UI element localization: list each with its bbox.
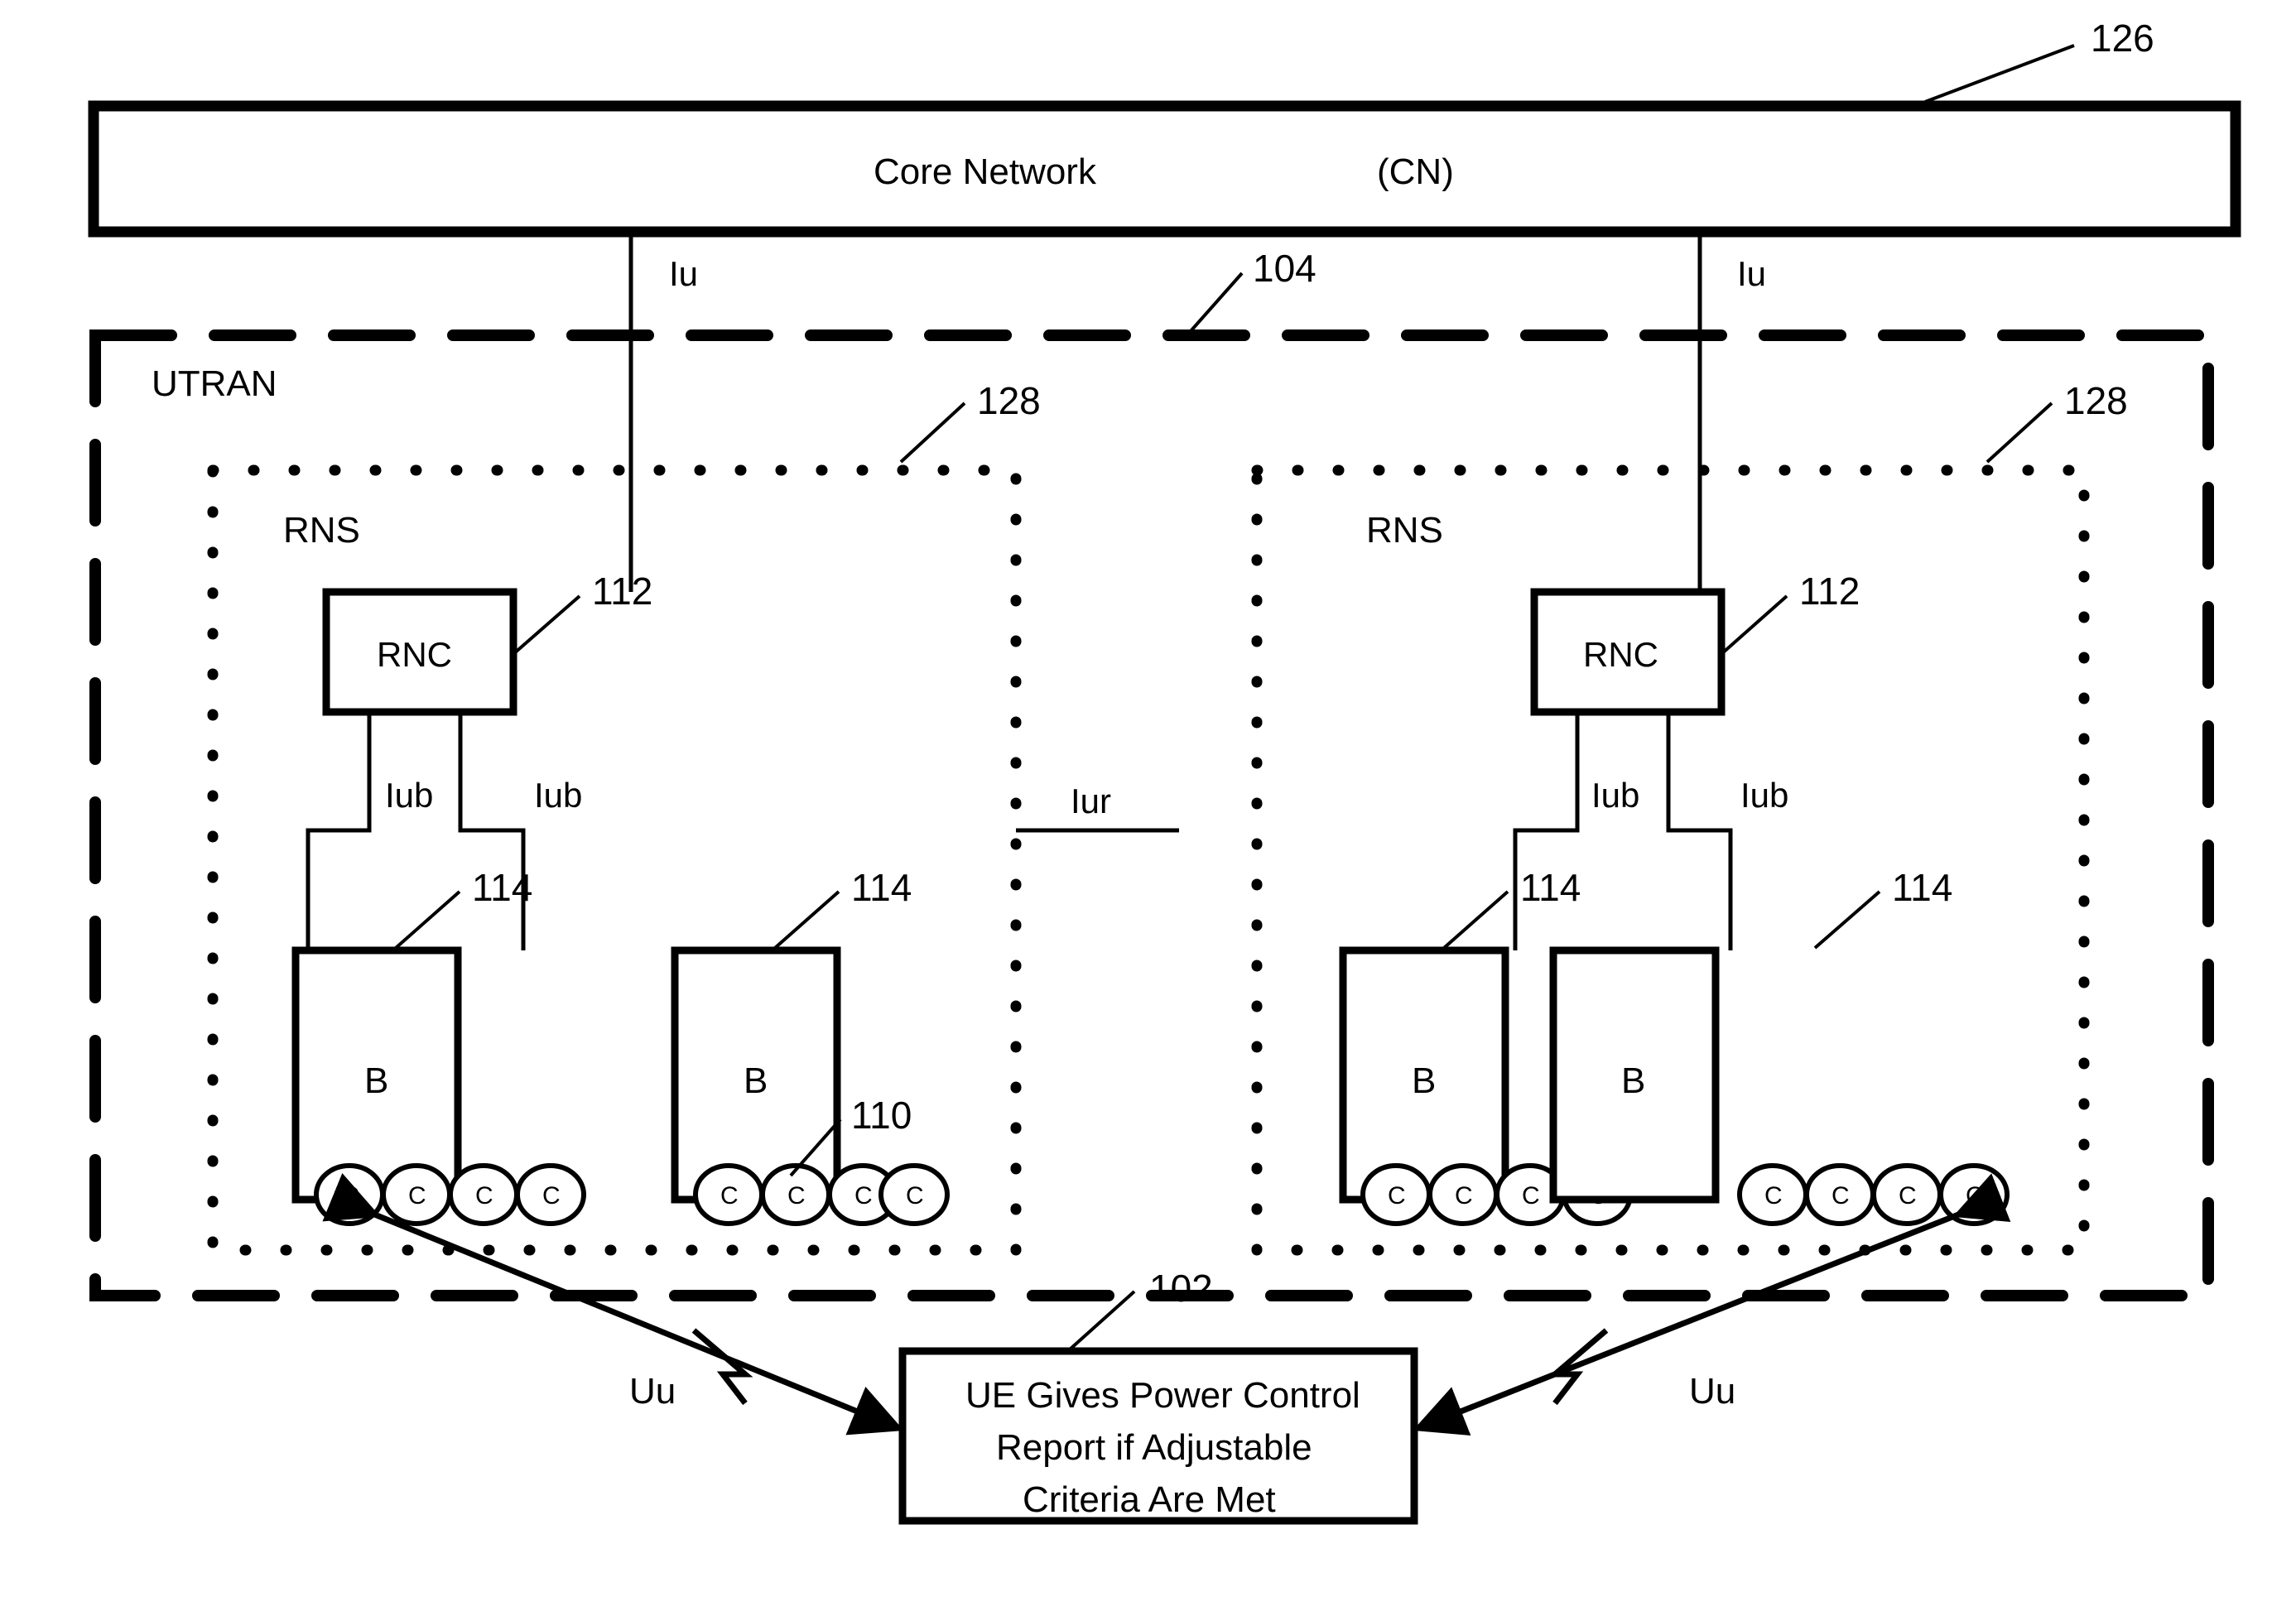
- cell-label: C: [1522, 1182, 1540, 1210]
- ref-114-2: 114: [851, 866, 912, 909]
- iub-label-left-1: Iub: [385, 776, 433, 815]
- cell-label: C: [1764, 1182, 1783, 1210]
- ref-128-right: 128: [2064, 379, 2128, 422]
- iu-label-left: Iu: [669, 254, 698, 293]
- core-network-label: Core Network: [874, 152, 1097, 192]
- cell-label: C: [475, 1182, 493, 1210]
- patent-figure-canvas: Core Network (CN) 126 Iu Iu UTRAN 104 RN…: [0, 0, 2296, 1616]
- iub-link-right-2: [1666, 712, 1733, 950]
- cell-label: C: [787, 1182, 806, 1210]
- rnc-label-left: RNC: [377, 635, 452, 674]
- nodeb-label-1: B: [364, 1060, 388, 1101]
- nodeb-label-2: B: [744, 1060, 768, 1101]
- cell-label: C: [542, 1182, 561, 1210]
- uu-label-left: Uu: [629, 1371, 676, 1412]
- core-network-box: [88, 100, 2241, 238]
- leader-line-112-left: [512, 594, 581, 656]
- nodeb-label-3: B: [1412, 1060, 1436, 1101]
- leader-line-126: [1924, 44, 2075, 103]
- iub-link-left-1: [306, 712, 372, 950]
- ref-114-4: 114: [1892, 866, 1952, 909]
- leader-line-114-4: [1813, 890, 1881, 950]
- leader-line-128-left: [899, 402, 966, 464]
- cell-label: C: [720, 1182, 739, 1210]
- ref-126: 126: [2091, 17, 2154, 60]
- cell-label: C: [341, 1182, 359, 1210]
- iub-label-right-2: Iub: [1740, 776, 1788, 815]
- cell-label: C: [854, 1182, 873, 1210]
- ue-text-line-1: UE Gives Power Control: [965, 1375, 1360, 1416]
- iub-label-left-2: Iub: [534, 776, 582, 815]
- utran-label: UTRAN: [152, 363, 277, 404]
- ref-102: 102: [1149, 1267, 1213, 1310]
- nodeb-label-4: B: [1621, 1060, 1645, 1101]
- ref-112-right: 112: [1799, 570, 1860, 613]
- iub-link-right-1: [1513, 712, 1580, 950]
- leader-line-112-right: [1720, 594, 1788, 656]
- cell-label: C: [1899, 1182, 1917, 1210]
- leader-line-114-1: [394, 890, 461, 950]
- rns-label-right: RNS: [1366, 510, 1443, 551]
- ref-104: 104: [1253, 247, 1316, 290]
- iu-label-right: Iu: [1737, 254, 1766, 293]
- rns-label-left: RNS: [283, 510, 360, 551]
- cell-label: C: [1832, 1182, 1850, 1210]
- ref-114-1: 114: [472, 866, 532, 909]
- ref-114-3: 114: [1520, 866, 1581, 909]
- leader-line-104: [1189, 272, 1244, 333]
- iub-link-left-2: [458, 712, 526, 950]
- cell-label: C: [1388, 1182, 1406, 1210]
- ref-110: 110: [851, 1094, 912, 1137]
- rnc-label-right: RNC: [1583, 635, 1658, 674]
- cell-label: C: [408, 1182, 426, 1210]
- cell-label: C: [1966, 1182, 1984, 1210]
- leader-line-128-right: [1986, 402, 2053, 464]
- cell-label: C: [906, 1182, 924, 1210]
- radio-zigzag-icon-left: [691, 1328, 753, 1406]
- ue-text-line-2: Report if Adjustable: [996, 1427, 1312, 1468]
- cell-label: C: [1455, 1182, 1473, 1210]
- uu-label-right: Uu: [1689, 1371, 1735, 1412]
- core-network-abbrev-label: (CN): [1377, 152, 1454, 192]
- leader-line-114-2: [773, 890, 840, 950]
- ue-text-line-3: Criteria Are Met: [1023, 1479, 1276, 1520]
- iub-label-right-1: Iub: [1591, 776, 1639, 815]
- ref-112-left: 112: [592, 570, 652, 613]
- ref-128-left: 128: [977, 379, 1041, 422]
- leader-line-114-3: [1442, 890, 1509, 950]
- iur-label: Iur: [1071, 782, 1111, 820]
